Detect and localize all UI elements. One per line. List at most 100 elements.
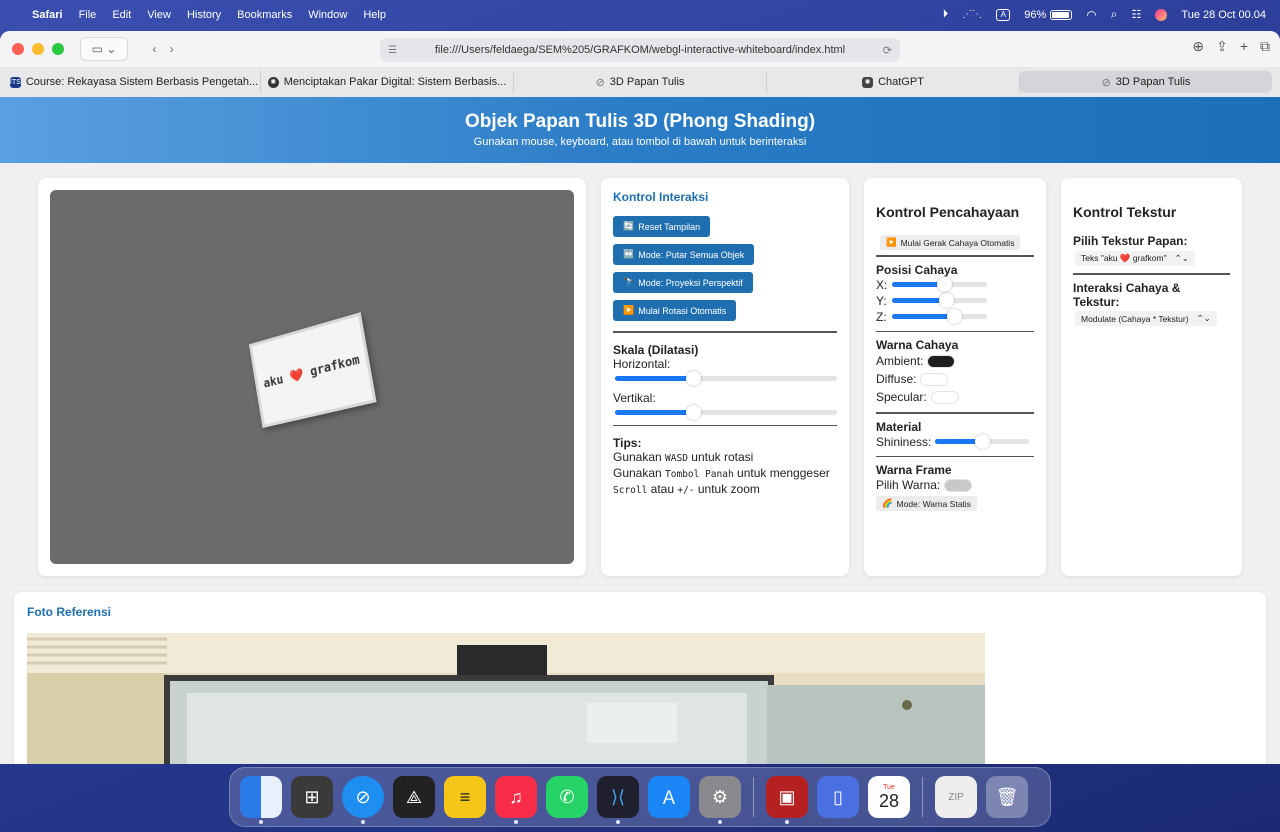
- texture-panel: Kontrol Tekstur Pilih Tekstur Papan: Tek…: [1061, 178, 1242, 576]
- network-activity-icon[interactable]: ⋰⋱: [962, 9, 982, 20]
- notes-icon[interactable]: ≡: [444, 776, 486, 818]
- clock[interactable]: Tue 28 Oct 00.04: [1181, 9, 1266, 21]
- share-icon[interactable]: ⇪: [1216, 38, 1228, 55]
- reference-photo: [27, 633, 985, 764]
- user-avatar-icon[interactable]: [1155, 8, 1168, 21]
- tab-label: 3D Papan Tulis: [1115, 76, 1191, 88]
- close-window-button[interactable]: [12, 43, 24, 55]
- sidebar-toggle-button[interactable]: ▭ ⌄: [80, 37, 128, 61]
- iphone-mirroring-icon[interactable]: ▯: [817, 776, 859, 818]
- sidebar-icon: ▭ ⌄: [91, 42, 117, 56]
- reference-photo-image: [27, 633, 985, 764]
- menu-app[interactable]: Safari: [32, 9, 63, 21]
- horizontal-scale-slider[interactable]: [615, 370, 837, 386]
- webgl-canvas[interactable]: aku ❤️ grafkom: [50, 190, 574, 564]
- menu-bookmarks[interactable]: Bookmarks: [237, 9, 292, 21]
- whatsapp-icon[interactable]: ✆: [546, 776, 588, 818]
- web-page: Objek Papan Tulis 3D (Phong Shading) Gun…: [0, 97, 1280, 764]
- light-x-slider[interactable]: [892, 277, 987, 292]
- light-y-slider[interactable]: [892, 293, 987, 308]
- whiteboard-3d-object: aku ❤️ grafkom: [248, 312, 377, 429]
- search-icon[interactable]: ⌕: [1111, 7, 1118, 22]
- dock: ⊞ ⊘ ⟁ ≡ ♫ ✆ ⟩⟨ Ａ ⚙ ▣ ▯ Tue 28 ZIP 🗑: [229, 767, 1051, 827]
- divider: [876, 455, 1034, 457]
- app-store-icon[interactable]: Ａ: [648, 776, 690, 818]
- downloads-stack-icon[interactable]: ZIP: [935, 776, 977, 818]
- menu-history[interactable]: History: [187, 9, 221, 21]
- auto-light-button[interactable]: ▶️ Mulai Gerak Cahaya Otomatis: [880, 235, 1021, 250]
- frame-mode-button[interactable]: 🌈 Mode: Warna Statis: [876, 496, 977, 511]
- arrows-horizontal-icon: ↔️: [623, 249, 635, 259]
- diffuse-color-picker[interactable]: [920, 372, 949, 386]
- button-label: Mode: Proyeksi Perspektif: [638, 277, 743, 288]
- music-icon[interactable]: ♫: [495, 776, 537, 824]
- battery-status[interactable]: 96%: [1024, 8, 1073, 21]
- interaction-mode-select[interactable]: Modulate (Cahaya * Tekstur) ⌃⌄: [1075, 311, 1217, 326]
- y-label: Y:: [876, 293, 887, 308]
- trash-icon[interactable]: 🗑: [986, 776, 1028, 818]
- reset-view-button[interactable]: 🔄 Reset Tampilan: [613, 216, 711, 237]
- tab-papan-tulis-active[interactable]: ⊘ 3D Papan Tulis: [1020, 71, 1272, 93]
- battery-percent: 96%: [1024, 8, 1047, 21]
- frame-color-picker[interactable]: [944, 478, 973, 492]
- menu-edit[interactable]: Edit: [112, 9, 131, 21]
- tab-chatgpt[interactable]: ✺ ChatGPT: [767, 71, 1020, 93]
- shininess-slider[interactable]: [935, 434, 1030, 449]
- interaction-panel: Kontrol Interaksi 🔄 Reset Tampilan ↔️ Mode…: [601, 178, 849, 576]
- vertical-scale-slider[interactable]: [615, 404, 837, 420]
- menu-file[interactable]: File: [79, 9, 97, 21]
- tab-pakar-digital[interactable]: ✺ Menciptakan Pakar Digital: Sistem Berba…: [261, 71, 514, 93]
- downloads-icon[interactable]: ⊕: [1192, 38, 1204, 55]
- photo-booth-icon[interactable]: ▣: [766, 776, 808, 824]
- battery-icon: [1050, 9, 1073, 20]
- reload-icon[interactable]: ⟳: [883, 44, 892, 57]
- projection-mode-button[interactable]: 🔭 Mode: Proyeksi Perspektif: [613, 272, 753, 293]
- tab-papan-tulis-1[interactable]: ⊘ 3D Papan Tulis: [514, 71, 767, 93]
- address-bar[interactable]: ☰ file:///Users/feldaega/SEM%205/GRAFKOM…: [380, 38, 900, 62]
- system-settings-icon[interactable]: ⚙: [699, 776, 741, 824]
- rotate-mode-button[interactable]: ↔️ Mode: Putar Semua Objek: [613, 244, 755, 265]
- button-label: Mulai Rotasi Otomatis: [638, 305, 727, 316]
- calendar-date: 28: [878, 791, 900, 811]
- back-button[interactable]: ‹ ›: [136, 37, 190, 61]
- launchpad-icon[interactable]: ⊞: [291, 776, 333, 818]
- telescope-icon: 🔭: [623, 277, 635, 287]
- tip-text: Gunakan: [613, 450, 666, 464]
- finder-icon[interactable]: [240, 776, 282, 824]
- tips-title: Tips:: [613, 436, 642, 450]
- xcode-instruments-icon[interactable]: ⟁: [393, 776, 435, 818]
- tip-code: WASD: [665, 453, 688, 464]
- lighting-title: Kontrol Pencahayaan: [876, 204, 1020, 220]
- menu-window[interactable]: Window: [308, 9, 347, 21]
- ambient-color-picker[interactable]: [927, 354, 956, 368]
- control-center-icon[interactable]: ☷: [1132, 8, 1142, 21]
- tab-course[interactable]: ITS Course: Rekayasa Sistem Berbasis Peng…: [8, 71, 261, 93]
- minimize-window-button[interactable]: [32, 43, 44, 55]
- tab-label: 3D Papan Tulis: [609, 76, 685, 88]
- zoom-window-button[interactable]: [52, 43, 64, 55]
- menu-help[interactable]: Help: [363, 9, 386, 21]
- play-status-icon[interactable]: ⏵: [943, 8, 949, 21]
- frame-color-label: Pilih Warna:: [876, 478, 941, 492]
- specular-color-picker[interactable]: [930, 390, 959, 404]
- tab-overview-icon[interactable]: ⧉: [1260, 38, 1270, 55]
- safari-icon[interactable]: ⊘: [342, 776, 384, 824]
- wifi-icon[interactable]: ◠: [1086, 8, 1096, 22]
- its-icon: ITS: [9, 76, 21, 88]
- tip-text: untuk menggeser: [733, 466, 830, 480]
- light-z-slider[interactable]: [892, 309, 987, 324]
- page-settings-icon[interactable]: ☰: [388, 45, 397, 56]
- reset-icon: 🔄: [623, 221, 635, 231]
- vscode-icon[interactable]: ⟩⟨: [597, 776, 639, 824]
- auto-rotate-button[interactable]: ▶️ Mulai Rotasi Otomatis: [613, 300, 737, 321]
- divider: [1073, 273, 1230, 275]
- calendar-icon[interactable]: Tue 28: [868, 776, 910, 818]
- browser-toolbar: ▭ ⌄ ‹ › ☰ file:///Users/feldaega/SEM%205…: [0, 31, 1280, 67]
- input-source-icon[interactable]: A: [996, 8, 1011, 21]
- texture-select[interactable]: Teks "aku ❤️ grafkom" ⌃⌄: [1075, 251, 1195, 266]
- z-label: Z:: [876, 309, 887, 324]
- menu-view[interactable]: View: [147, 9, 171, 21]
- chevron-updown-icon: ⌃⌄: [1174, 253, 1189, 263]
- ambient-label: Ambient:: [876, 354, 924, 368]
- new-tab-icon[interactable]: +: [1240, 38, 1248, 55]
